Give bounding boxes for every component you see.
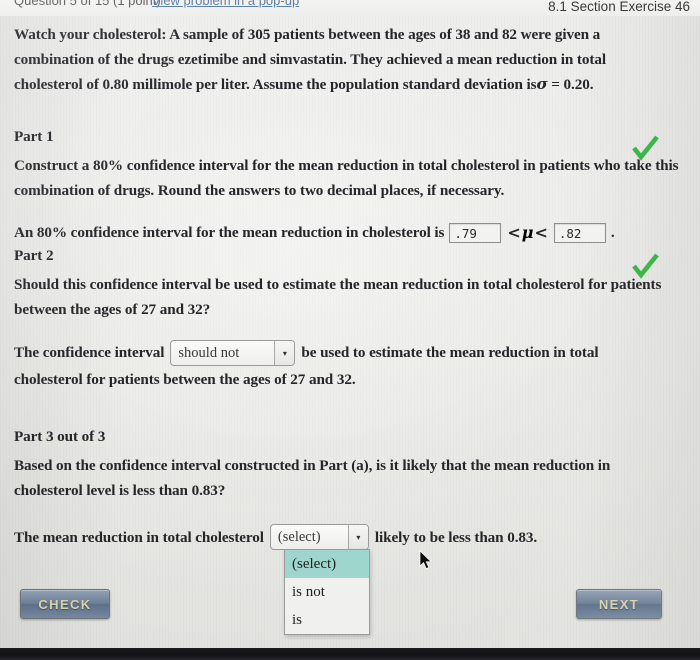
part3-answer-prefix: The mean reduction in total cholesterol: [14, 528, 264, 546]
question-counter: Question 5 of 15 (1 point): [14, 0, 161, 8]
part2-select[interactable]: should not ▾: [170, 340, 296, 367]
chevron-down-icon[interactable]: ▾: [347, 525, 368, 549]
confidence-interval-upper-input[interactable]: .82: [553, 222, 606, 243]
check-button[interactable]: CHECK: [20, 589, 110, 619]
confidence-interval-lower-input[interactable]: .79: [449, 222, 502, 243]
mouse-cursor-icon: [419, 550, 432, 570]
part2-answer-prefix: The confidence interval: [14, 344, 165, 361]
part1-answer-prefix: An 80% confidence interval for the mean …: [14, 224, 445, 241]
next-button[interactable]: NEXT: [576, 589, 662, 619]
part2-correct-check-icon: [632, 253, 659, 279]
view-problem-popup-link[interactable]: View problem in a pop-up: [152, 0, 299, 8]
part2-label: Part 2: [14, 247, 54, 264]
part2-question: Should this confidence interval be used …: [14, 276, 662, 318]
dropdown-option-select[interactable]: (select): [285, 550, 369, 578]
less-than-right: <: [534, 223, 548, 242]
part3-select-value: (select): [277, 528, 321, 545]
mu-symbol: μ: [521, 223, 534, 242]
dropdown-option-is[interactable]: is: [285, 606, 369, 634]
part2-select-value: should not: [178, 344, 240, 361]
part3-answer-row: The mean reduction in total cholesterol (…: [14, 524, 684, 550]
problem-statement: Watch your cholesterol: A sample of 305 …: [14, 22, 674, 97]
exercise-label: 8.1 Section Exercise 46: [548, 0, 690, 14]
part1-label: Part 1: [14, 128, 54, 145]
sigma-value: = 0.20.: [551, 76, 594, 93]
part1-answer-row: An 80% confidence interval for the mean …: [14, 220, 684, 245]
part1-question: Construct a 80% confidence interval for …: [14, 157, 679, 199]
part3-question: Based on the confidence interval constru…: [14, 457, 611, 499]
part1-trailing-period: .: [610, 224, 615, 241]
problem-text: Watch your cholesterol: A sample of 305 …: [14, 26, 606, 93]
chevron-down-icon[interactable]: ▾: [274, 341, 295, 366]
part2-answer-suffix-line1: be used to estimate the mean reduction i…: [301, 344, 599, 361]
part2-answer-suffix-line2: cholesterol for patients between the age…: [14, 371, 356, 389]
part3-label: Part 3 out of 3: [14, 428, 106, 445]
part1-correct-check-icon: [632, 135, 659, 161]
less-than-left: <: [507, 223, 521, 242]
part3-dropdown-list[interactable]: (select) is not is: [284, 549, 370, 635]
dropdown-option-is-not[interactable]: is not: [285, 578, 369, 606]
part3-select[interactable]: (select) ▾: [269, 524, 369, 550]
sigma-symbol: σ: [536, 75, 548, 93]
part2-answer-row: The confidence interval should not ▾ be use…: [14, 340, 684, 392]
monitor-bezel: [0, 648, 700, 660]
part3-answer-suffix: likely to be less than 0.83.: [374, 528, 538, 546]
